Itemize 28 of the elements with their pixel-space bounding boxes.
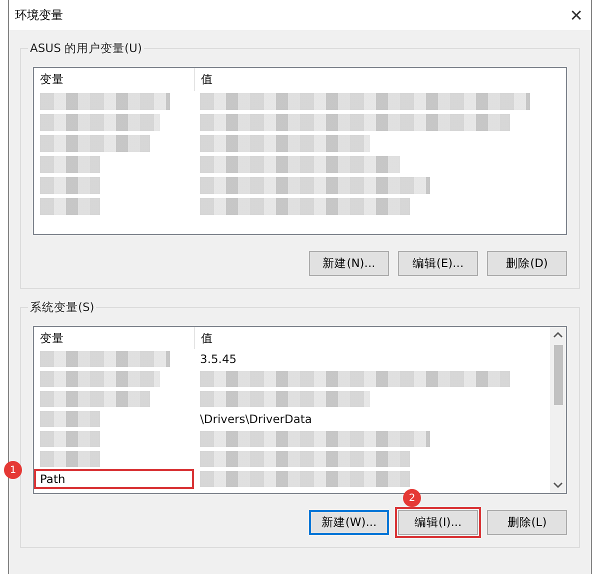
table-cell-text: \Drivers\DriverData xyxy=(199,412,313,426)
group-label: 系统变量(S) xyxy=(28,300,96,315)
dialog-button[interactable]: 删除(D) xyxy=(487,251,567,276)
scroll-thumb[interactable] xyxy=(554,345,562,405)
variable-list[interactable]: 变量 值 xyxy=(33,67,567,235)
column-header[interactable]: 值 xyxy=(194,68,566,91)
blurred-text xyxy=(40,156,100,173)
blurred-text xyxy=(40,431,100,447)
blurred-text xyxy=(40,177,100,194)
scrollbar[interactable] xyxy=(550,327,566,493)
dialog-button[interactable]: 新建(N)... xyxy=(309,251,389,276)
window-title: 环境变量 xyxy=(15,6,63,24)
scroll-down-icon[interactable] xyxy=(553,480,563,490)
dialog-button[interactable]: 编辑(E)... xyxy=(398,251,478,276)
blurred-text xyxy=(40,198,100,215)
table-cell[interactable]: Path xyxy=(34,469,194,489)
close-button[interactable]: ✕ xyxy=(570,6,583,24)
group-label: ASUS 的用户变量(U) xyxy=(28,41,144,56)
scroll-up-icon[interactable] xyxy=(553,330,563,340)
column-header[interactable]: 变量 xyxy=(34,327,194,349)
step-badge: 2 xyxy=(403,489,421,507)
blurred-text xyxy=(40,411,100,427)
dialog-button[interactable]: 新建(W)... xyxy=(309,510,389,535)
dialog-button[interactable]: 删除(L) xyxy=(487,510,567,535)
column-header[interactable]: 变量 xyxy=(34,68,194,91)
blurred-text xyxy=(40,451,100,467)
table-cell-text: 3.5.45 xyxy=(199,352,238,366)
step-badge: 1 xyxy=(4,461,22,479)
